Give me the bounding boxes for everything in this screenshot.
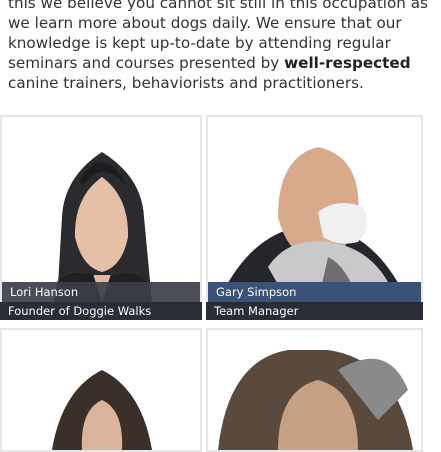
staff-name: Lori Hanson <box>10 285 79 299</box>
staff-photo-4 <box>208 330 421 450</box>
intro-text: this we believe you cannot sit still in … <box>8 0 440 93</box>
staff-card-lori[interactable]: Lori Hanson <box>0 115 202 304</box>
staff-photo-3 <box>2 330 200 450</box>
staff-grid: Lori Hanson Founder of Doggie Walks Gary… <box>0 115 441 452</box>
staff-role-bar: Founder of Doggie Walks <box>0 302 202 320</box>
staff-name-bar: Lori Hanson <box>2 282 200 302</box>
staff-photo-gary <box>208 117 421 302</box>
intro-paragraph-end: canine trainers, behaviorists and practi… <box>8 74 364 92</box>
staff-card-4[interactable] <box>206 328 423 452</box>
intro-bold-text: well-respected <box>284 54 411 72</box>
staff-card-3[interactable] <box>0 328 202 452</box>
staff-photo-lori <box>2 117 200 302</box>
staff-name: Gary Simpson <box>216 285 297 299</box>
staff-card-gary[interactable]: Gary Simpson <box>206 115 423 304</box>
staff-role-bar: Team Manager <box>206 302 423 320</box>
staff-name-bar: Gary Simpson <box>208 282 421 302</box>
staff-role: Team Manager <box>214 304 299 318</box>
staff-role: Founder of Doggie Walks <box>8 304 152 318</box>
